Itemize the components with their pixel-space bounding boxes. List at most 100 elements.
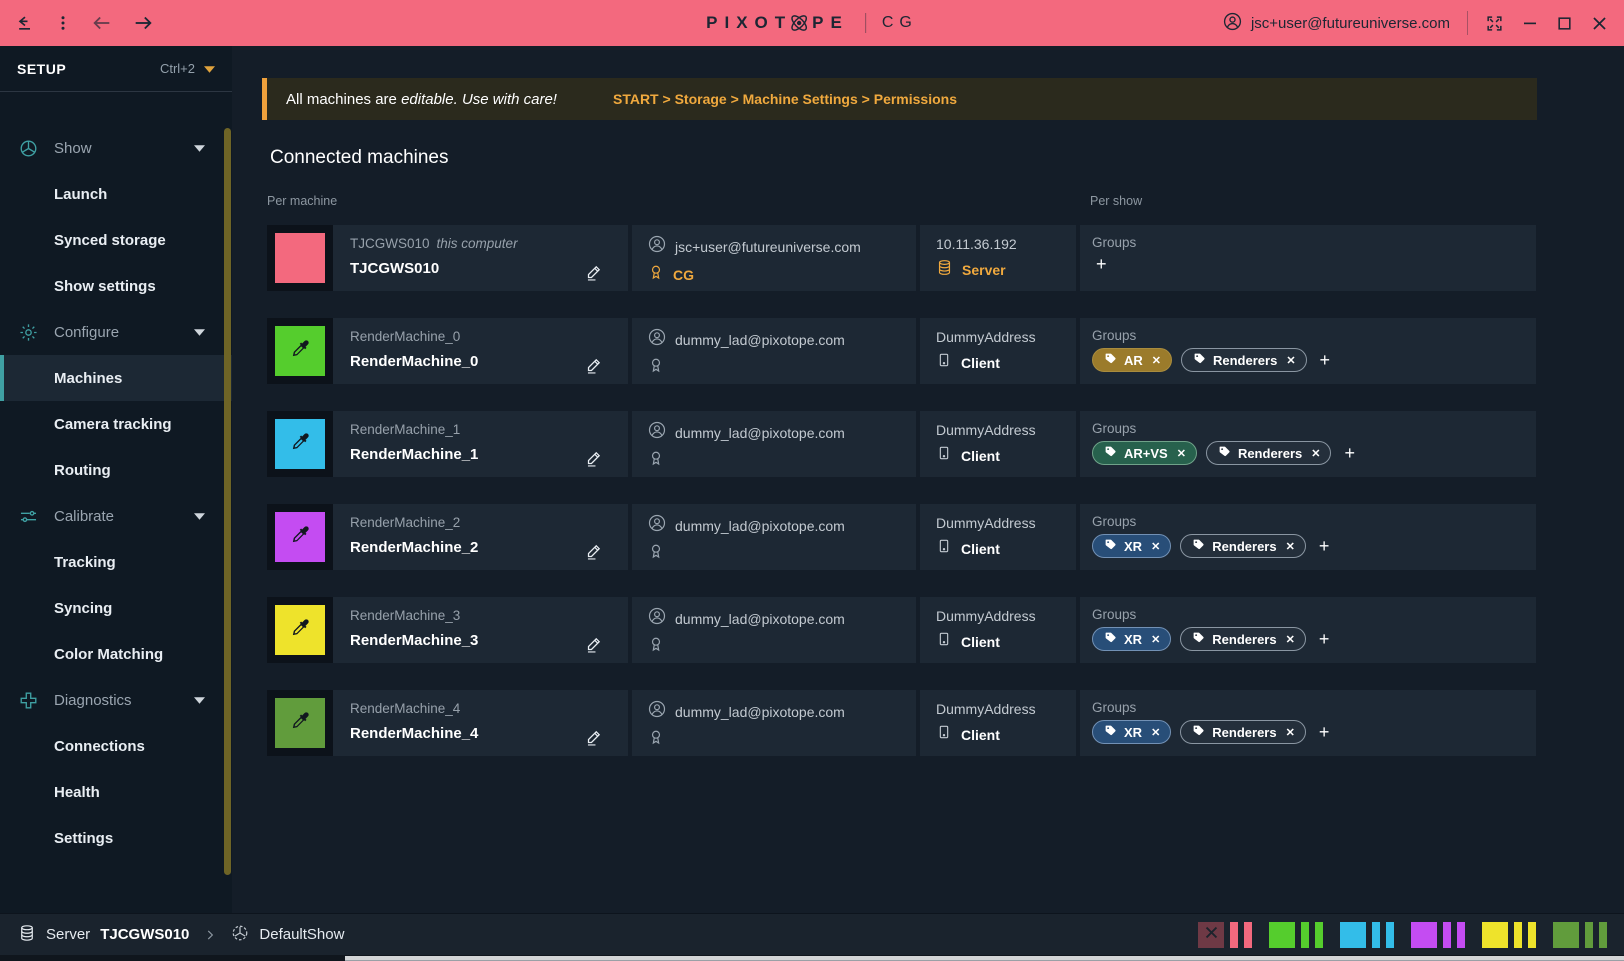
color-square[interactable] — [1411, 922, 1437, 948]
sidebar-item-camera-tracking[interactable]: Camera tracking — [0, 401, 232, 447]
add-group-button[interactable]: + — [1319, 723, 1330, 741]
minimize-button[interactable] — [1521, 14, 1539, 32]
color-square[interactable] — [1340, 922, 1366, 948]
machine-color-group[interactable] — [1482, 922, 1536, 948]
color-bar[interactable] — [1599, 922, 1607, 948]
machine-color-group[interactable] — [1198, 922, 1252, 948]
machine-color-group[interactable] — [1340, 922, 1394, 948]
add-group-button[interactable]: + — [1319, 537, 1330, 555]
add-group-button[interactable]: + — [1344, 444, 1355, 462]
machine-color-group[interactable] — [1411, 922, 1465, 948]
remove-tag-icon[interactable]: ✕ — [1152, 354, 1161, 367]
edit-name-button[interactable] — [584, 728, 603, 747]
add-group-button[interactable]: + — [1096, 255, 1107, 273]
sidebar-item-show-settings[interactable]: Show settings — [0, 263, 232, 309]
add-group-button[interactable]: + — [1320, 351, 1331, 369]
sidebar-item-tracking[interactable]: Tracking — [0, 539, 232, 585]
chevron-down-icon[interactable] — [194, 697, 205, 704]
remove-tag-icon[interactable]: ✕ — [1286, 354, 1295, 367]
color-bar[interactable] — [1372, 922, 1380, 948]
sidebar-item-settings[interactable]: Settings — [0, 815, 232, 861]
machine-color-group[interactable] — [1269, 922, 1323, 948]
chevron-down-icon[interactable] — [194, 145, 205, 152]
sidebar-item-machines[interactable]: Machines — [0, 355, 232, 401]
forward-arrow-icon[interactable] — [132, 12, 154, 34]
sidebar-header[interactable]: SETUP Ctrl+2 — [0, 46, 232, 92]
group-tag[interactable]: Renderers✕ — [1180, 534, 1306, 558]
user-account[interactable]: jsc+user@futureuniverse.com — [1223, 12, 1450, 35]
machine-color-swatch[interactable] — [275, 326, 325, 376]
remove-tag-icon[interactable]: ✕ — [1151, 633, 1160, 646]
chevron-down-icon[interactable] — [194, 513, 205, 520]
sidebar-scrollbar[interactable] — [224, 128, 231, 875]
breadcrumb[interactable]: START > Storage > Machine Settings > Per… — [613, 91, 957, 107]
sidebar-item-synced-storage[interactable]: Synced storage — [0, 217, 232, 263]
machine-color-swatch[interactable] — [275, 419, 325, 469]
color-bar[interactable] — [1443, 922, 1451, 948]
color-bar[interactable] — [1315, 922, 1323, 948]
group-tag[interactable]: AR+VS✕ — [1092, 441, 1197, 465]
color-square[interactable] — [1553, 922, 1579, 948]
group-tag[interactable]: Renderers✕ — [1206, 441, 1332, 465]
sidebar-item-routing[interactable]: Routing — [0, 447, 232, 493]
color-bar[interactable] — [1528, 922, 1536, 948]
color-square[interactable] — [1482, 922, 1508, 948]
color-bar[interactable] — [1230, 922, 1238, 948]
machine-color-swatch[interactable] — [275, 233, 325, 283]
group-tag[interactable]: Renderers✕ — [1181, 348, 1307, 372]
sidebar-item-show[interactable]: Show — [0, 125, 232, 171]
column-headers: Per machine Per show — [267, 194, 1536, 208]
group-tag[interactable]: Renderers✕ — [1180, 720, 1306, 744]
remove-tag-icon[interactable]: ✕ — [1151, 540, 1160, 553]
machine-color-swatch[interactable] — [275, 512, 325, 562]
color-bar[interactable] — [1386, 922, 1394, 948]
color-bar[interactable] — [1585, 922, 1593, 948]
sidebar-item-calibrate[interactable]: Calibrate — [0, 493, 232, 539]
remove-tag-icon[interactable]: ✕ — [1177, 447, 1186, 460]
group-tag[interactable]: XR✕ — [1092, 627, 1171, 651]
machine-color-swatch[interactable] — [275, 698, 325, 748]
fit-window-icon[interactable] — [1485, 14, 1504, 33]
group-tag[interactable]: XR✕ — [1092, 720, 1171, 744]
edit-name-button[interactable] — [584, 356, 603, 375]
remove-tag-icon[interactable]: ✕ — [1286, 726, 1295, 739]
sidebar-item-color-matching[interactable]: Color Matching — [0, 631, 232, 677]
server-name[interactable]: TJCGWS010 — [100, 926, 189, 943]
edit-name-button[interactable] — [584, 542, 603, 561]
collapse-sidebar-icon[interactable] — [15, 13, 35, 33]
color-bar[interactable] — [1514, 922, 1522, 948]
remove-tag-icon[interactable]: ✕ — [1311, 447, 1320, 460]
chevron-down-icon[interactable] — [194, 329, 205, 336]
machine-row: RenderMachine_4RenderMachine_4dummy_lad@… — [267, 690, 1536, 756]
edit-name-button[interactable] — [584, 449, 603, 468]
edit-name-button[interactable] — [584, 635, 603, 654]
edit-name-button[interactable] — [584, 263, 603, 282]
sidebar-item-connections[interactable]: Connections — [0, 723, 232, 769]
sidebar-item-diagnostics[interactable]: Diagnostics — [0, 677, 232, 723]
sidebar-item-health[interactable]: Health — [0, 769, 232, 815]
machine-user-email: dummy_lad@pixotope.com — [675, 518, 845, 534]
kebab-menu-icon[interactable] — [54, 14, 72, 32]
color-bar[interactable] — [1301, 922, 1309, 948]
color-bar[interactable] — [1244, 922, 1252, 948]
maximize-button[interactable] — [1556, 15, 1573, 32]
sidebar-item-configure[interactable]: Configure — [0, 309, 232, 355]
sidebar-item-launch[interactable]: Launch — [0, 171, 232, 217]
color-square[interactable] — [1269, 922, 1295, 948]
back-arrow-icon[interactable] — [91, 12, 113, 34]
close-button[interactable] — [1590, 14, 1609, 33]
sidebar-item-syncing[interactable]: Syncing — [0, 585, 232, 631]
machine-color-group[interactable] — [1553, 922, 1607, 948]
color-bar[interactable] — [1457, 922, 1465, 948]
remove-tag-icon[interactable]: ✕ — [1151, 726, 1160, 739]
add-group-button[interactable]: + — [1319, 630, 1330, 648]
group-tag[interactable]: AR✕ — [1092, 348, 1172, 372]
machine-color-swatch[interactable] — [275, 605, 325, 655]
setup-caret-icon[interactable] — [204, 61, 215, 76]
remove-tag-icon[interactable]: ✕ — [1286, 540, 1295, 553]
show-name[interactable]: DefaultShow — [259, 926, 344, 943]
remove-tag-icon[interactable]: ✕ — [1286, 633, 1295, 646]
color-square[interactable] — [1198, 922, 1224, 948]
group-tag[interactable]: XR✕ — [1092, 534, 1171, 558]
group-tag[interactable]: Renderers✕ — [1180, 627, 1306, 651]
